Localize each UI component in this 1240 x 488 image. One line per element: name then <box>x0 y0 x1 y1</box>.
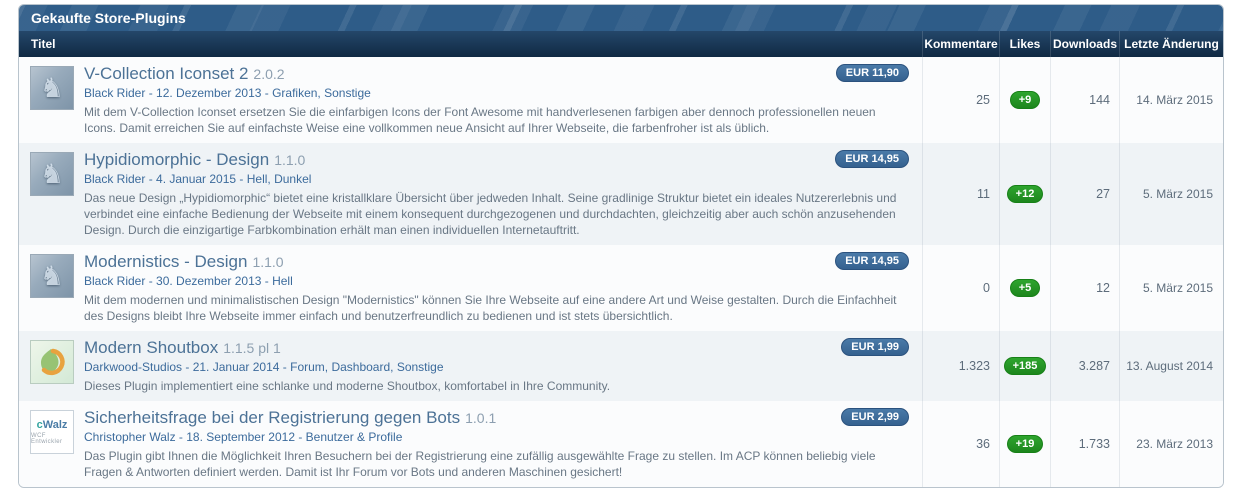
comments-count: 1.323 <box>922 331 999 401</box>
plugin-text-block: Hypidiomorphic - Design 1.1.0 Black Rider… <box>84 150 912 238</box>
likes-badge[interactable]: +9 <box>1010 91 1041 109</box>
plugin-title-link[interactable]: V-Collection Iconset 2 <box>84 64 248 83</box>
plugin-list: V-Collection Iconset 2 2.0.2 Black Rider … <box>19 57 1223 487</box>
downloads-count: 144 <box>1050 57 1119 143</box>
downloads-count: 12 <box>1050 245 1119 331</box>
plugin-row: Modernistics - Design 1.1.0 Black Rider -… <box>19 245 1223 331</box>
plugin-version: 1.1.5 pl 1 <box>223 340 281 356</box>
plugin-title-link[interactable]: Hypidiomorphic - Design <box>84 150 269 169</box>
purchased-plugins-panel: Gekaufte Store-Plugins Titel Kommentare … <box>18 4 1224 488</box>
plugin-description: Das neue Design „Hypidiomorphic“ bietet … <box>84 190 912 238</box>
column-header-downloads[interactable]: Downloads <box>1050 31 1119 57</box>
plugin-version: 1.0.1 <box>465 410 496 426</box>
likes-cell: +9 <box>999 57 1050 143</box>
likes-cell: +5 <box>999 245 1050 331</box>
price-badge[interactable]: EUR 11,90 <box>836 64 909 82</box>
column-header-title[interactable]: Titel <box>19 37 922 51</box>
last-change-date: 5. März 2015 <box>1119 245 1223 331</box>
price-badge[interactable]: EUR 2,99 <box>841 408 909 426</box>
price-badge[interactable]: EUR 14,95 <box>835 150 909 168</box>
last-change-date: 23. März 2013 <box>1119 401 1223 487</box>
likes-cell: +12 <box>999 143 1050 245</box>
likes-cell: +185 <box>999 331 1050 401</box>
plugin-main-cell: V-Collection Iconset 2 2.0.2 Black Rider … <box>19 57 922 143</box>
likes-badge[interactable]: +12 <box>1007 185 1044 203</box>
last-change-date: 14. März 2015 <box>1119 57 1223 143</box>
plugin-title-link[interactable]: Sicherheitsfrage bei der Registrierung g… <box>84 408 460 427</box>
plugin-text-block: V-Collection Iconset 2 2.0.2 Black Rider … <box>84 64 912 136</box>
cwalz-logo-text: cWalz <box>37 419 68 431</box>
plugin-main-cell: Modern Shoutbox 1.1.5 pl 1 Darkwood-Studi… <box>19 331 922 401</box>
last-change-date: 5. März 2015 <box>1119 143 1223 245</box>
plugin-row: Modern Shoutbox 1.1.5 pl 1 Darkwood-Studi… <box>19 331 1223 401</box>
plugin-description: Das Plugin gibt Ihnen die Möglichkeit Ih… <box>84 448 912 480</box>
cwalz-logo-subtext: WCF Entwickler <box>31 433 73 445</box>
likes-badge[interactable]: +185 <box>1004 357 1047 375</box>
comments-count: 11 <box>922 143 999 245</box>
plugin-row: Hypidiomorphic - Design 1.1.0 Black Rider… <box>19 143 1223 245</box>
price-badge[interactable]: EUR 14,95 <box>835 252 909 270</box>
likes-badge[interactable]: +5 <box>1010 279 1041 297</box>
plugin-description: Mit dem V-Collection Iconset ersetzen Si… <box>84 104 912 136</box>
downloads-count: 1.733 <box>1050 401 1119 487</box>
plugin-version: 1.1.0 <box>274 152 305 168</box>
black-rider-knight-icon[interactable] <box>30 152 74 196</box>
price-badge[interactable]: EUR 1,99 <box>841 338 909 356</box>
plugin-meta-links[interactable]: Christopher Walz - 18. September 2012 - … <box>84 430 912 445</box>
plugin-text-block: Sicherheitsfrage bei der Registrierung g… <box>84 408 912 480</box>
likes-badge[interactable]: +19 <box>1007 435 1044 453</box>
plugin-text-block: Modern Shoutbox 1.1.5 pl 1 Darkwood-Studi… <box>84 338 912 394</box>
black-rider-knight-icon[interactable] <box>30 254 74 298</box>
plugin-title-link[interactable]: Modernistics - Design <box>84 252 247 271</box>
black-rider-knight-icon[interactable] <box>30 66 74 110</box>
table-header: Titel Kommentare Likes Downloads Letzte … <box>19 31 1223 57</box>
plugin-meta-links[interactable]: Darkwood-Studios - 21. Januar 2014 - For… <box>84 360 912 375</box>
plugin-main-cell: Hypidiomorphic - Design 1.1.0 Black Rider… <box>19 143 922 245</box>
comments-count: 36 <box>922 401 999 487</box>
comments-count: 25 <box>922 57 999 143</box>
likes-cell: +19 <box>999 401 1050 487</box>
plugin-description: Dieses Plugin implementiert eine schlank… <box>84 378 912 394</box>
last-change-date: 13. August 2014 <box>1119 331 1223 401</box>
leaf-swirl-graphic <box>32 342 72 382</box>
plugin-description: Mit dem modernen und minimalistischen De… <box>84 292 912 324</box>
plugin-main-cell: cWalz WCF Entwickler Sicherheitsfrage be… <box>19 401 922 487</box>
downloads-count: 27 <box>1050 143 1119 245</box>
plugin-version: 1.1.0 <box>252 254 283 270</box>
column-header-comments[interactable]: Kommentare <box>922 31 999 57</box>
plugin-meta-links[interactable]: Black Rider - 30. Dezember 2013 - Hell <box>84 274 912 289</box>
column-header-likes[interactable]: Likes <box>999 31 1050 57</box>
plugin-row: V-Collection Iconset 2 2.0.2 Black Rider … <box>19 57 1223 143</box>
darkwood-leaf-icon[interactable] <box>30 340 74 384</box>
plugin-text-block: Modernistics - Design 1.1.0 Black Rider -… <box>84 252 912 324</box>
cwalz-logo-icon[interactable]: cWalz WCF Entwickler <box>30 410 74 454</box>
plugin-version: 2.0.2 <box>253 66 284 82</box>
panel-title: Gekaufte Store-Plugins <box>19 5 1223 31</box>
plugin-title-link[interactable]: Modern Shoutbox <box>84 338 218 357</box>
plugin-main-cell: Modernistics - Design 1.1.0 Black Rider -… <box>19 245 922 331</box>
comments-count: 0 <box>922 245 999 331</box>
plugin-meta-links[interactable]: Black Rider - 4. Januar 2015 - Hell, Dun… <box>84 172 912 187</box>
downloads-count: 3.287 <box>1050 331 1119 401</box>
plugin-row: cWalz WCF Entwickler Sicherheitsfrage be… <box>19 401 1223 487</box>
plugin-meta-links[interactable]: Black Rider - 12. Dezember 2013 - Grafik… <box>84 86 912 101</box>
column-header-last-change[interactable]: Letzte Änderung <box>1119 31 1223 57</box>
